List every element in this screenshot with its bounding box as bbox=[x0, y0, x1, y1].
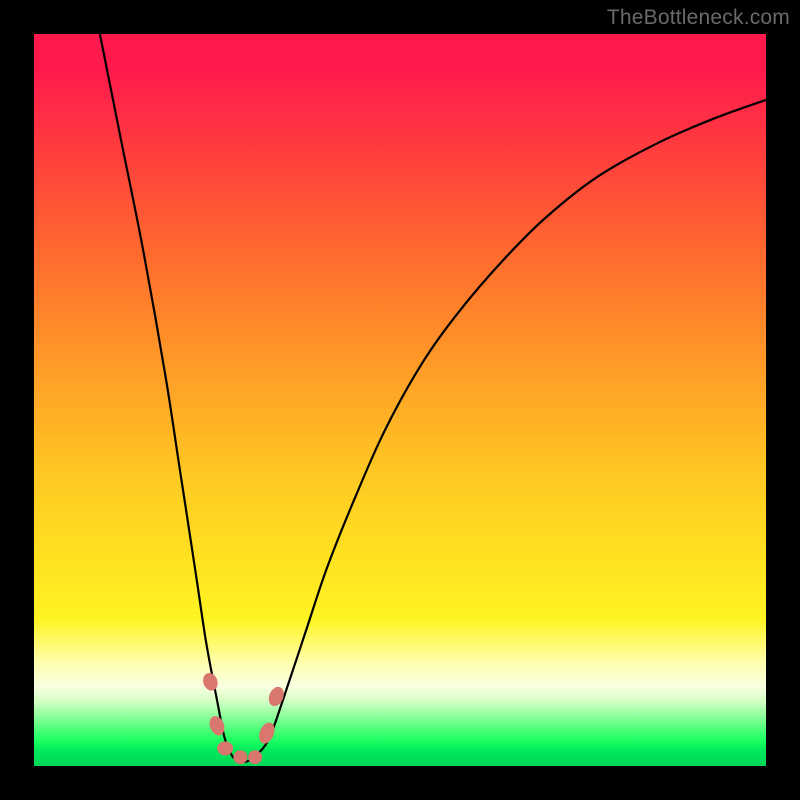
watermark-text: TheBottleneck.com bbox=[607, 6, 790, 30]
curve-marker bbox=[248, 750, 262, 764]
curve-marker bbox=[266, 685, 286, 709]
bottleneck-curve bbox=[34, 34, 766, 766]
curve-marker bbox=[233, 750, 247, 764]
curve-marker bbox=[217, 741, 233, 755]
chart-frame: TheBottleneck.com bbox=[0, 0, 800, 800]
plot-area bbox=[34, 34, 766, 766]
curve-marker bbox=[201, 671, 220, 693]
